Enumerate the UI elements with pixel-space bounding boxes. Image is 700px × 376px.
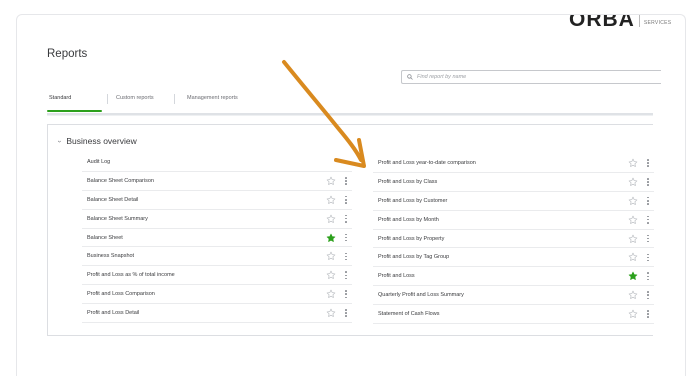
tab-divider [174, 94, 175, 104]
report-link[interactable]: Audit Log [87, 159, 352, 165]
report-link[interactable]: Profit and Loss by Class [378, 179, 654, 185]
star-outline-icon[interactable] [628, 215, 638, 225]
report-list-left: Audit Log Balance Sheet Comparison Balance… [82, 153, 352, 324]
report-link[interactable]: Profit and Loss by Tag Group [378, 254, 654, 260]
more-options-icon[interactable] [343, 176, 349, 186]
report-link[interactable]: Business Snapshot [87, 253, 352, 259]
star-outline-icon[interactable] [326, 289, 336, 299]
more-options-icon[interactable] [343, 195, 349, 205]
report-row[interactable]: Business Snapshot [82, 247, 352, 267]
report-row[interactable]: Profit and Loss as % of total income [82, 266, 352, 286]
active-tab-indicator [47, 110, 102, 112]
report-link[interactable]: Balance Sheet Comparison [87, 178, 352, 184]
report-link[interactable]: Profit and Loss as % of total income [87, 272, 352, 278]
search-box[interactable] [401, 70, 661, 84]
more-options-icon[interactable] [343, 308, 349, 318]
more-options-icon[interactable] [645, 290, 651, 300]
report-link[interactable]: Balance Sheet Detail [87, 197, 352, 203]
report-link[interactable]: Balance Sheet Summary [87, 216, 352, 222]
star-outline-icon[interactable] [628, 158, 638, 168]
star-outline-icon[interactable] [326, 176, 336, 186]
star-outline-icon[interactable] [326, 251, 336, 261]
report-row[interactable]: Profit and Loss by Tag Group [373, 248, 654, 268]
report-row[interactable]: Audit Log [82, 153, 352, 172]
more-options-icon[interactable] [343, 233, 349, 243]
more-options-icon[interactable] [645, 196, 651, 206]
tab-management-reports[interactable]: Management reports [187, 95, 238, 101]
report-row[interactable]: Profit and Loss Comparison [82, 285, 352, 305]
report-row[interactable]: Quarterly Profit and Loss Summary [373, 286, 654, 306]
more-options-icon[interactable] [645, 309, 651, 319]
brand-logo: ORBA SERVICES [569, 14, 672, 31]
report-link[interactable]: Profit and Loss year-to-date comparison [378, 160, 654, 166]
page-title: Reports [47, 48, 88, 60]
more-options-icon[interactable] [645, 271, 651, 281]
tab-standard[interactable]: Standard [49, 95, 71, 101]
report-row[interactable]: Profit and Loss by Month [373, 211, 654, 230]
tab-custom-reports[interactable]: Custom reports [116, 95, 154, 101]
star-outline-icon[interactable] [326, 270, 336, 280]
more-options-icon[interactable] [645, 158, 651, 168]
report-tabs: Standard Custom reports Management repor… [47, 93, 653, 113]
report-link[interactable]: Balance Sheet [87, 235, 352, 241]
search-icon [407, 74, 413, 80]
logo-wordmark: ORBA [569, 14, 635, 31]
more-options-icon[interactable] [343, 289, 349, 299]
tab-divider [107, 94, 108, 104]
star-outline-icon[interactable] [326, 214, 336, 224]
report-link[interactable]: Profit and Loss [378, 273, 654, 279]
more-options-icon[interactable] [343, 214, 349, 224]
star-filled-icon[interactable] [326, 233, 336, 243]
report-link[interactable]: Profit and Loss by Property [378, 236, 654, 242]
more-options-icon[interactable] [645, 215, 651, 225]
report-row[interactable]: Balance Sheet Comparison [82, 172, 352, 191]
star-outline-icon[interactable] [628, 196, 638, 206]
report-list-right: Profit and Loss year-to-date comparison P… [373, 154, 654, 325]
star-outline-icon[interactable] [326, 195, 336, 205]
more-options-icon[interactable] [645, 252, 651, 262]
report-row[interactable]: Profit and Loss Detail [82, 304, 352, 324]
report-link[interactable]: Profit and Loss Detail [87, 310, 352, 316]
star-outline-icon[interactable] [628, 234, 638, 244]
chevron-down-icon[interactable]: › [56, 140, 63, 142]
report-row[interactable]: Statement of Cash Flows [373, 305, 654, 325]
more-options-icon[interactable] [645, 234, 651, 244]
report-row[interactable]: Profit and Loss by Customer [373, 192, 654, 211]
report-link[interactable]: Quarterly Profit and Loss Summary [378, 292, 654, 298]
logo-divider [638, 15, 640, 27]
section-header-business-overview[interactable]: › Business overview [56, 136, 137, 146]
star-outline-icon[interactable] [326, 308, 336, 318]
report-row[interactable]: Profit and Loss [373, 267, 654, 287]
report-link[interactable]: Profit and Loss by Customer [378, 198, 654, 204]
star-outline-icon[interactable] [628, 290, 638, 300]
star-outline-icon[interactable] [628, 309, 638, 319]
star-outline-icon[interactable] [628, 252, 638, 262]
tabs-divider-shadow [47, 115, 653, 116]
report-row[interactable]: Profit and Loss by Property [373, 230, 654, 249]
star-outline-icon[interactable] [628, 177, 638, 187]
logo-subtitle: SERVICES [643, 20, 672, 26]
more-options-icon[interactable] [645, 177, 651, 187]
report-link[interactable]: Statement of Cash Flows [378, 311, 654, 317]
report-link[interactable]: Profit and Loss Comparison [87, 291, 352, 297]
search-input[interactable] [417, 74, 617, 80]
report-row[interactable]: Profit and Loss year-to-date comparison [373, 154, 654, 173]
report-section-card: › Business overview Audit Log Balance She… [47, 124, 654, 336]
more-options-icon[interactable] [343, 270, 349, 280]
more-options-icon[interactable] [343, 251, 349, 261]
report-row[interactable]: Balance Sheet Summary [82, 210, 352, 229]
report-link[interactable]: Profit and Loss by Month [378, 217, 654, 223]
section-title: Business overview [66, 136, 137, 146]
report-row[interactable]: Balance Sheet [82, 229, 352, 248]
report-row[interactable]: Balance Sheet Detail [82, 191, 352, 210]
report-row[interactable]: Profit and Loss by Class [373, 173, 654, 192]
star-filled-icon[interactable] [628, 271, 638, 281]
